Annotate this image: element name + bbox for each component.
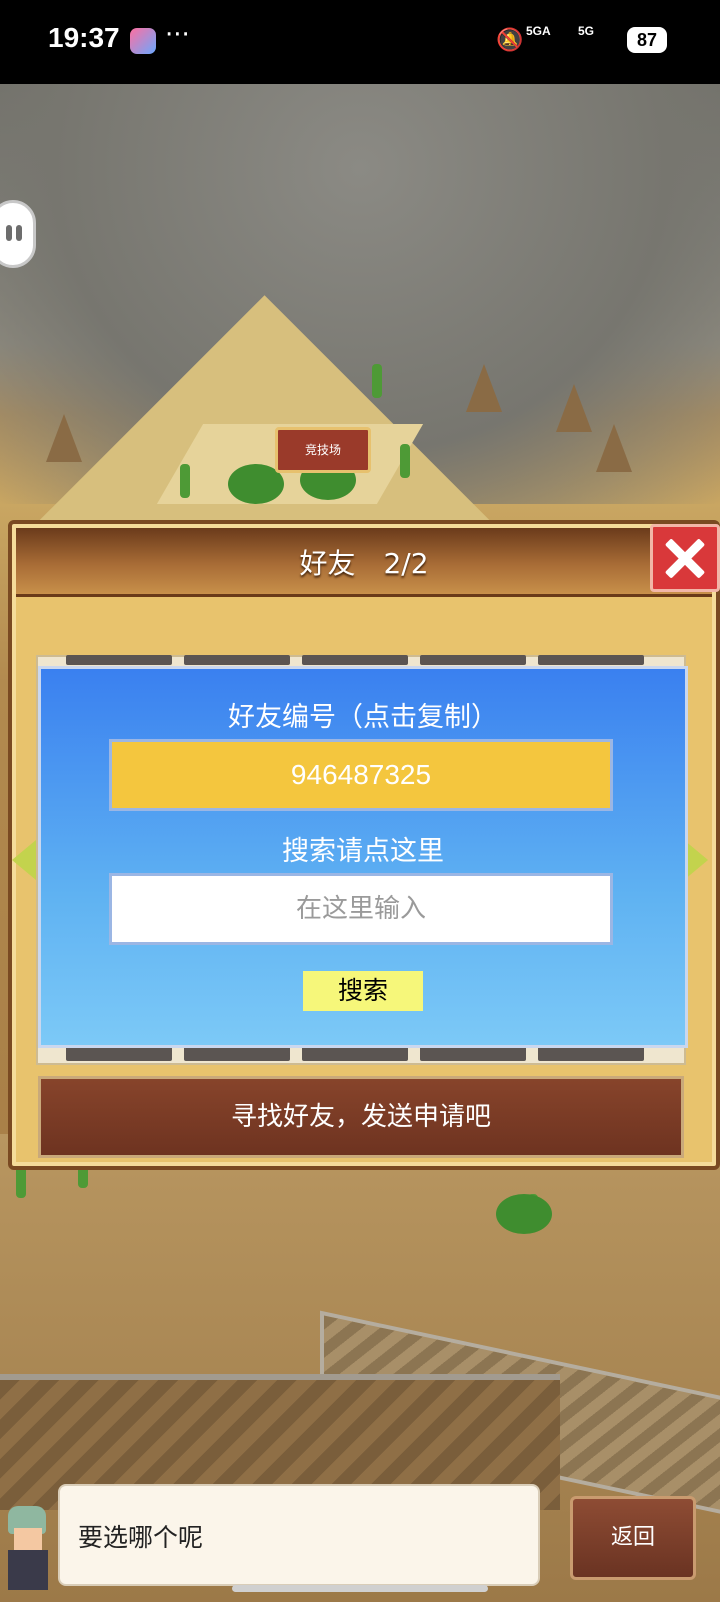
arrow-left-icon[interactable] bbox=[12, 840, 36, 880]
floating-assistant-button[interactable] bbox=[0, 200, 36, 268]
rock-spire bbox=[466, 364, 502, 412]
dialog-text: 要选哪个呢 bbox=[78, 1523, 204, 1552]
rock-spire bbox=[556, 384, 592, 432]
list-tab bbox=[184, 655, 290, 665]
arena-sign[interactable]: 竞技场 bbox=[275, 427, 371, 473]
close-button[interactable] bbox=[650, 524, 720, 592]
dialog-bubble: 要选哪个呢 bbox=[58, 1484, 540, 1586]
search-input[interactable]: 在这里输入 bbox=[109, 873, 613, 945]
cactus bbox=[180, 464, 190, 498]
signal-5ga-icon: 5GA bbox=[526, 24, 551, 38]
rock-spire bbox=[596, 424, 632, 472]
clock: 19:37 bbox=[48, 22, 120, 53]
battery-indicator: 87 bbox=[627, 27, 667, 53]
rock-spire bbox=[46, 414, 82, 462]
back-button[interactable]: 返回 bbox=[570, 1496, 696, 1580]
search-label: 搜索请点这里 bbox=[282, 836, 444, 867]
list-tab bbox=[538, 655, 644, 665]
status-bar: 19:37 ··· 🔕 5GA 5G 87 bbox=[0, 0, 720, 84]
friend-id-copy-button[interactable]: 946487325 bbox=[109, 739, 613, 811]
list-tab bbox=[302, 655, 408, 665]
friend-id-label: 好友编号（点击复制） bbox=[228, 702, 498, 733]
list-tab bbox=[420, 655, 526, 665]
cactus bbox=[372, 364, 382, 398]
character-avatar bbox=[0, 1500, 56, 1590]
signal-5g-icon: 5G bbox=[578, 24, 595, 38]
more-notifications-icon: ··· bbox=[165, 20, 190, 50]
panel-title: 好友 2/2 bbox=[299, 547, 429, 580]
search-button[interactable]: 搜索 bbox=[303, 971, 423, 1011]
list-tab bbox=[66, 655, 172, 665]
bush bbox=[496, 1194, 552, 1234]
panel-header: 好友 2/2 bbox=[16, 524, 720, 597]
game-app-icon bbox=[130, 28, 156, 54]
home-indicator[interactable] bbox=[232, 1585, 488, 1592]
friend-search-card: 好友编号（点击复制） 946487325 搜索请点这里 在这里输入 搜索 bbox=[38, 666, 688, 1048]
mute-icon: 🔕 bbox=[496, 28, 524, 53]
find-friends-message: 寻找好友，发送申请吧 bbox=[38, 1076, 684, 1158]
cactus bbox=[400, 444, 410, 478]
